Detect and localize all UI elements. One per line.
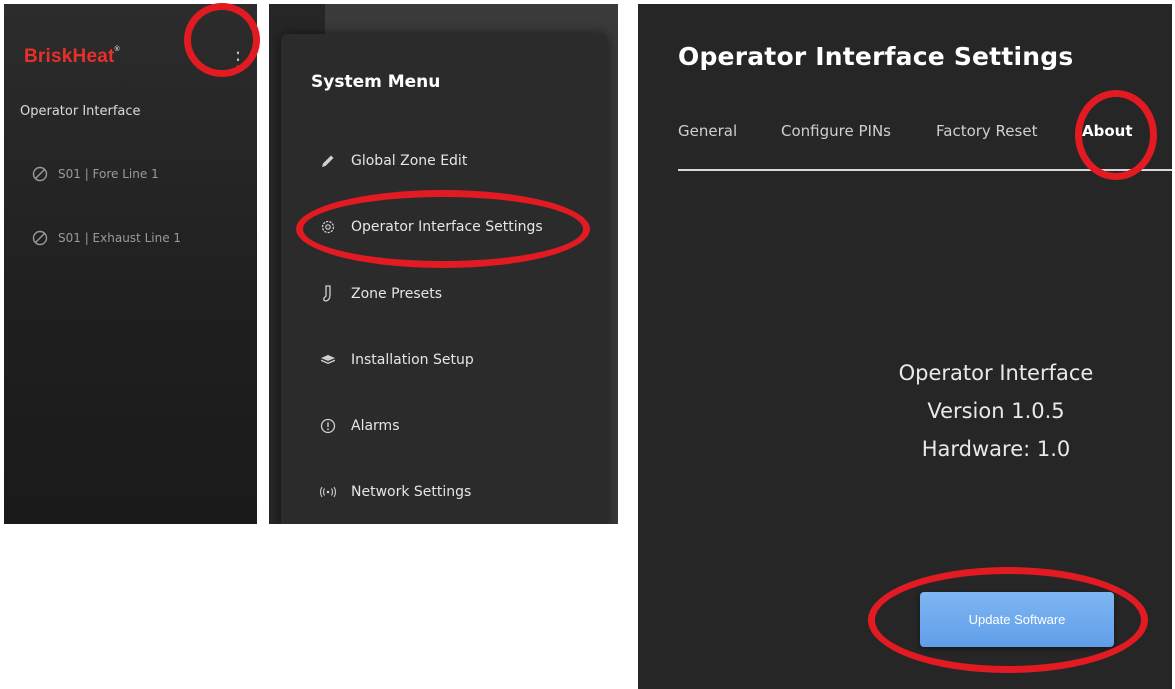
menu-item-operator-interface-settings[interactable]: Operator Interface Settings: [319, 218, 543, 236]
menu-item-global-zone-edit[interactable]: Global Zone Edit: [319, 152, 467, 170]
menu-item-label: Zone Presets: [351, 286, 443, 302]
menu-item-network-settings[interactable]: Network Settings: [319, 483, 471, 501]
menu-item-label: Installation Setup: [351, 352, 474, 368]
menu-item-label: Network Settings: [351, 484, 472, 500]
tab-factory-reset[interactable]: Factory Reset: [936, 122, 1037, 140]
zone-label: S01 | Exhaust Line 1: [58, 231, 182, 245]
wireless-icon: [319, 483, 337, 501]
tab-general[interactable]: General: [678, 122, 737, 140]
about-product: Operator Interface: [898, 361, 1094, 385]
alert-icon: [319, 417, 337, 435]
menu-item-installation-setup[interactable]: Installation Setup: [319, 351, 474, 369]
settings-screen: Operator Interface Settings General Conf…: [638, 4, 1172, 689]
tab-about[interactable]: About: [1082, 122, 1133, 140]
about-hardware: Hardware: 1.0: [921, 437, 1071, 461]
menu-item-label: Operator Interface Settings: [351, 219, 543, 235]
system-menu-screen: System Menu Global Zone Edit Operator In…: [269, 4, 618, 524]
update-software-button[interactable]: Update Software: [920, 592, 1114, 647]
sock-icon: [319, 285, 337, 303]
brand-logo: BriskHeat®: [24, 46, 120, 67]
pencil-icon: [319, 152, 337, 170]
system-menu-popup: [281, 34, 607, 524]
tab-underline: [678, 169, 1172, 171]
zone-label: S01 | Fore Line 1: [58, 167, 159, 181]
drawer-subtitle: Operator Interface: [20, 104, 141, 119]
system-menu-title: System Menu: [311, 72, 441, 92]
about-info: Operator Interface Version 1.0.5 Hardwar…: [846, 354, 1146, 468]
menu-item-label: Alarms: [351, 418, 400, 434]
menu-item-alarms[interactable]: Alarms: [319, 417, 400, 435]
gear-icon: [319, 218, 337, 236]
kebab-menu-icon[interactable]: ⋮: [228, 46, 248, 72]
zone-item-fore-line[interactable]: S01 | Fore Line 1: [32, 166, 159, 182]
box-icon: [319, 351, 337, 369]
tab-configure-pins[interactable]: Configure PINs: [781, 122, 891, 140]
page-title: Operator Interface Settings: [678, 42, 1074, 71]
navigation-drawer: BriskHeat® ⋮ Operator Interface S01 | Fo…: [4, 4, 257, 524]
disabled-icon: [32, 230, 48, 246]
menu-item-zone-presets[interactable]: Zone Presets: [319, 285, 442, 303]
disabled-icon: [32, 166, 48, 182]
zone-item-exhaust-line[interactable]: S01 | Exhaust Line 1: [32, 230, 181, 246]
about-version: Version 1.0.5: [927, 399, 1065, 423]
menu-item-label: Global Zone Edit: [351, 153, 468, 169]
